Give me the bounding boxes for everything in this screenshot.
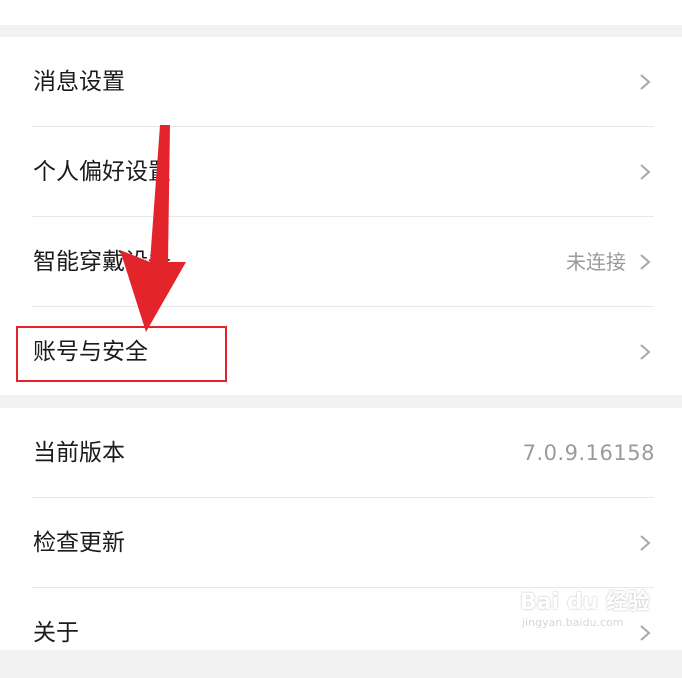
watermark-url: jingyan.baidu.com	[522, 616, 624, 629]
chevron-right-icon	[640, 164, 651, 180]
chevron-right-icon	[640, 535, 651, 551]
chevron-right-icon	[640, 254, 651, 270]
settings-item-label: 检查更新	[33, 530, 125, 556]
settings-item-current-version: 当前版本 7.0.9.16158	[0, 408, 682, 498]
settings-item-label: 消息设置	[33, 69, 125, 95]
chevron-right-icon	[640, 74, 651, 90]
settings-item-wearable[interactable]: 智能穿戴设备 未连接	[0, 217, 682, 307]
chevron-right-icon	[640, 344, 651, 360]
settings-item-label: 个人偏好设置	[33, 159, 171, 185]
settings-item-preferences[interactable]: 个人偏好设置	[0, 127, 682, 217]
settings-item-label: 当前版本	[33, 440, 125, 466]
top-strip	[0, 0, 682, 25]
settings-item-check-update[interactable]: 检查更新	[0, 498, 682, 588]
connection-status: 未连接	[566, 250, 626, 274]
highlight-box	[16, 326, 227, 382]
settings-item-label: 关于	[33, 620, 79, 646]
settings-item-messages[interactable]: 消息设置	[0, 37, 682, 127]
settings-item-label: 智能穿戴设备	[33, 249, 171, 275]
version-number: 7.0.9.16158	[522, 441, 655, 465]
watermark: Bai du 经验 jingyan.baidu.com	[520, 578, 670, 638]
watermark-brand: Bai du 经验	[520, 590, 650, 615]
